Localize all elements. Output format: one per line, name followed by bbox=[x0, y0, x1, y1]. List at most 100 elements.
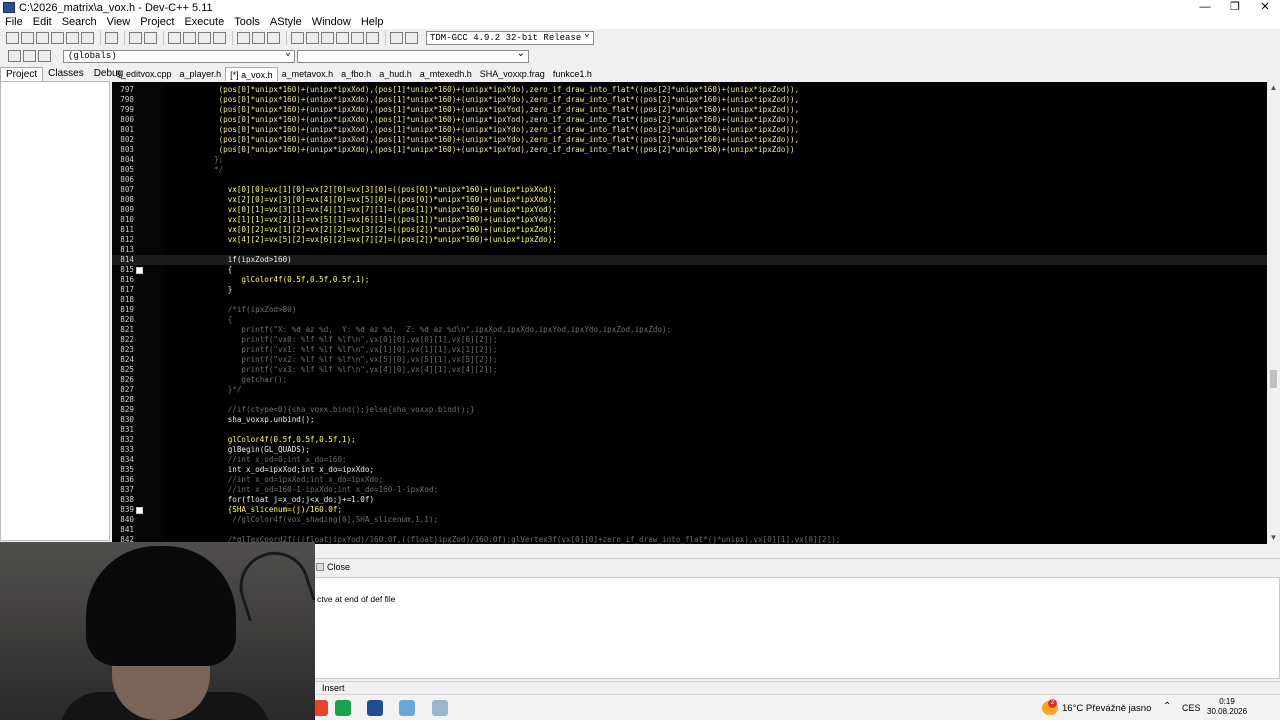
print-icon[interactable] bbox=[105, 32, 118, 44]
code-line[interactable]: 819 /*if(ipxZod>80) bbox=[112, 305, 1267, 315]
code-line[interactable]: 797 (pos[0]*unipx*160)+(unipx*ipxXod),(p… bbox=[112, 85, 1267, 95]
taskbar-app-icon[interactable] bbox=[335, 700, 351, 716]
project-options-icon[interactable] bbox=[336, 32, 349, 44]
code-line[interactable]: 839 {SHA_slicenum=(j)/160.0f; bbox=[112, 505, 1267, 515]
code-line[interactable]: 815 { bbox=[112, 265, 1267, 275]
editor-tab[interactable]: a_metavox.h bbox=[278, 67, 338, 81]
taskbar-clock[interactable]: 0:19 30.08.2026 bbox=[1207, 697, 1247, 717]
code-line[interactable]: 806 bbox=[112, 175, 1267, 185]
code-line[interactable]: 832 glColor4f(0.5f,0.5f,0.5f,1); bbox=[112, 435, 1267, 445]
code-line[interactable]: 841 bbox=[112, 525, 1267, 535]
code-line[interactable]: 829 //if(ctype<0){sha_voxx.bind();}else{… bbox=[112, 405, 1267, 415]
code-line[interactable]: 838 for(float j=x_od;j<x_do;j+=1.0f) bbox=[112, 495, 1267, 505]
taskbar-app-icon[interactable] bbox=[399, 700, 415, 716]
project-browser[interactable] bbox=[0, 81, 110, 541]
scroll-up-icon[interactable]: ▲ bbox=[1267, 82, 1280, 94]
fold-toggle-icon[interactable] bbox=[136, 507, 143, 514]
code-line[interactable]: 827 }*/ bbox=[112, 385, 1267, 395]
tray-chevron-icon[interactable]: ⌃ bbox=[1163, 701, 1171, 712]
symbol-select[interactable] bbox=[297, 48, 529, 63]
output-close-button[interactable]: Close bbox=[316, 560, 350, 574]
profile-icon[interactable] bbox=[390, 32, 403, 44]
scroll-thumb[interactable] bbox=[1270, 370, 1277, 388]
menu-edit[interactable]: Edit bbox=[28, 15, 57, 29]
code-line[interactable]: 802 (pos[0]*unipx*160)+(unipx*ipxXod),(p… bbox=[112, 135, 1267, 145]
close-file-icon[interactable] bbox=[66, 32, 79, 44]
code-line[interactable]: 826 getchar(); bbox=[112, 375, 1267, 385]
code-line[interactable]: 825 printf("vx3: %lf %lf %lf\n",vx[4][0]… bbox=[112, 365, 1267, 375]
code-line[interactable]: 828 bbox=[112, 395, 1267, 405]
code-line[interactable]: 814 if(ipxZod>160) bbox=[112, 255, 1267, 265]
code-line[interactable]: 810 vx[1][1]=vx[2][1]=vx[5][1]=vx[6][1]=… bbox=[112, 215, 1267, 225]
stop-execution-icon[interactable] bbox=[366, 32, 379, 44]
menu-project[interactable]: Project bbox=[135, 15, 179, 29]
code-line[interactable]: 818 bbox=[112, 295, 1267, 305]
taskbar-app-icon[interactable] bbox=[432, 700, 448, 716]
compiler-output[interactable]: ctve at end of def file bbox=[314, 577, 1280, 679]
code-line[interactable]: 799 (pos[0]*unipx*160)+(unipx*ipxXdo),(p… bbox=[112, 105, 1267, 115]
code-line[interactable]: 840 //glColor4f(vox_shading[0],SHA_slice… bbox=[112, 515, 1267, 525]
code-line[interactable]: 821 printf("X: %d az %d, Y: %d az %d, Z:… bbox=[112, 325, 1267, 335]
menu-search[interactable]: Search bbox=[57, 15, 102, 29]
weather-text[interactable]: 16°C Převážně jasno bbox=[1062, 703, 1151, 714]
editor-tab[interactable]: a_hud.h bbox=[375, 67, 416, 81]
new-project-icon[interactable] bbox=[291, 32, 304, 44]
forward-icon[interactable] bbox=[252, 32, 265, 44]
code-line[interactable]: 830 sha_voxxp.unbind(); bbox=[112, 415, 1267, 425]
bookmark-icon[interactable] bbox=[213, 32, 226, 44]
redo-icon[interactable] bbox=[144, 32, 157, 44]
menu-file[interactable]: File bbox=[0, 15, 28, 29]
code-line[interactable]: 798 (pos[0]*unipx*160)+(unipx*ipxXdo),(p… bbox=[112, 95, 1267, 105]
code-line[interactable]: 800 (pos[0]*unipx*160)+(unipx*ipxXdo),(p… bbox=[112, 115, 1267, 125]
tab-classes[interactable]: Classes bbox=[43, 67, 89, 81]
syntax-check-icon[interactable] bbox=[351, 32, 364, 44]
editor-tab-active[interactable]: [*] a_vox.h bbox=[225, 67, 278, 81]
minimize-button[interactable]: — bbox=[1190, 0, 1220, 15]
code-line[interactable]: 837 //int x_od=160-1-ipxXdo;int x_do=160… bbox=[112, 485, 1267, 495]
code-line[interactable]: 811 vx[0][2]=vx[1][2]=vx[2][2]=vx[3][2]=… bbox=[112, 225, 1267, 235]
code-line[interactable]: 816 glColor4f(0.5f,0.5f,0.5f,1); bbox=[112, 275, 1267, 285]
editor-tab[interactable]: SHA_voxxp.frag bbox=[476, 67, 549, 81]
undo-icon[interactable] bbox=[129, 32, 142, 44]
toggle-icon[interactable] bbox=[23, 50, 36, 62]
close-all-icon[interactable] bbox=[81, 32, 94, 44]
editor-tab[interactable]: a_player.h bbox=[176, 67, 226, 81]
code-line[interactable]: 831 bbox=[112, 425, 1267, 435]
scroll-down-icon[interactable]: ▼ bbox=[1267, 532, 1280, 544]
menu-window[interactable]: Window bbox=[307, 15, 356, 29]
code-line[interactable]: 836 //int x_od=ipxXod;int x_do=ipxXdo; bbox=[112, 475, 1267, 485]
code-line[interactable]: 817 } bbox=[112, 285, 1267, 295]
add-to-project-icon[interactable] bbox=[306, 32, 319, 44]
editor-tab[interactable]: a_fbo.h bbox=[337, 67, 375, 81]
menu-astyle[interactable]: AStyle bbox=[265, 15, 307, 29]
new-file-icon[interactable] bbox=[6, 32, 19, 44]
goto-icon[interactable] bbox=[38, 50, 51, 62]
code-line[interactable]: 833 glBegin(GL_QUADS); bbox=[112, 445, 1267, 455]
code-line[interactable]: 809 vx[0][1]=vx[3][1]=vx[4][1]=vx[7][1]=… bbox=[112, 205, 1267, 215]
code-line[interactable]: 813 bbox=[112, 245, 1267, 255]
taskbar-devcpp-icon[interactable] bbox=[367, 700, 383, 716]
compiler-select[interactable]: TDM-GCC 4.9.2 32-bit Release bbox=[426, 29, 594, 45]
menu-view[interactable]: View bbox=[102, 15, 136, 29]
remove-from-project-icon[interactable] bbox=[321, 32, 334, 44]
save-icon[interactable] bbox=[36, 32, 49, 44]
menu-help[interactable]: Help bbox=[356, 15, 389, 29]
insert-icon[interactable] bbox=[8, 50, 21, 62]
code-line[interactable]: 812 vx[4][2]=vx[5][2]=vx[6][2]=vx[7][2]=… bbox=[112, 235, 1267, 245]
code-line[interactable]: 804 }; bbox=[112, 155, 1267, 165]
fold-toggle-icon[interactable] bbox=[136, 267, 143, 274]
editor-tab[interactable]: funkce1.h bbox=[549, 67, 596, 81]
code-line[interactable]: 823 printf("vx1: %lf %lf %lf\n",vx[1][0]… bbox=[112, 345, 1267, 355]
tab-project[interactable]: Project bbox=[0, 67, 44, 81]
open-file-icon[interactable] bbox=[21, 32, 34, 44]
code-line[interactable]: 808 vx[2][0]=vx[3][0]=vx[4][0]=vx[5][0]=… bbox=[112, 195, 1267, 205]
scope-select[interactable]: (globals) bbox=[63, 48, 295, 63]
code-line[interactable]: 835 int x_od=ipxXod;int x_do=ipxXdo; bbox=[112, 465, 1267, 475]
code-line[interactable]: 807 vx[0][0]=vx[1][0]=vx[2][0]=vx[3][0]=… bbox=[112, 185, 1267, 195]
code-line[interactable]: 801 (pos[0]*unipx*160)+(unipx*ipxXod),(p… bbox=[112, 125, 1267, 135]
code-line[interactable]: 824 printf("vx2: %lf %lf %lf\n",vx[5][0]… bbox=[112, 355, 1267, 365]
menu-tools[interactable]: Tools bbox=[229, 15, 265, 29]
code-line[interactable]: 822 printf("vx0: %lf %lf %lf\n",vx[0][0]… bbox=[112, 335, 1267, 345]
find-icon[interactable] bbox=[168, 32, 181, 44]
debug-icon[interactable] bbox=[405, 32, 418, 44]
